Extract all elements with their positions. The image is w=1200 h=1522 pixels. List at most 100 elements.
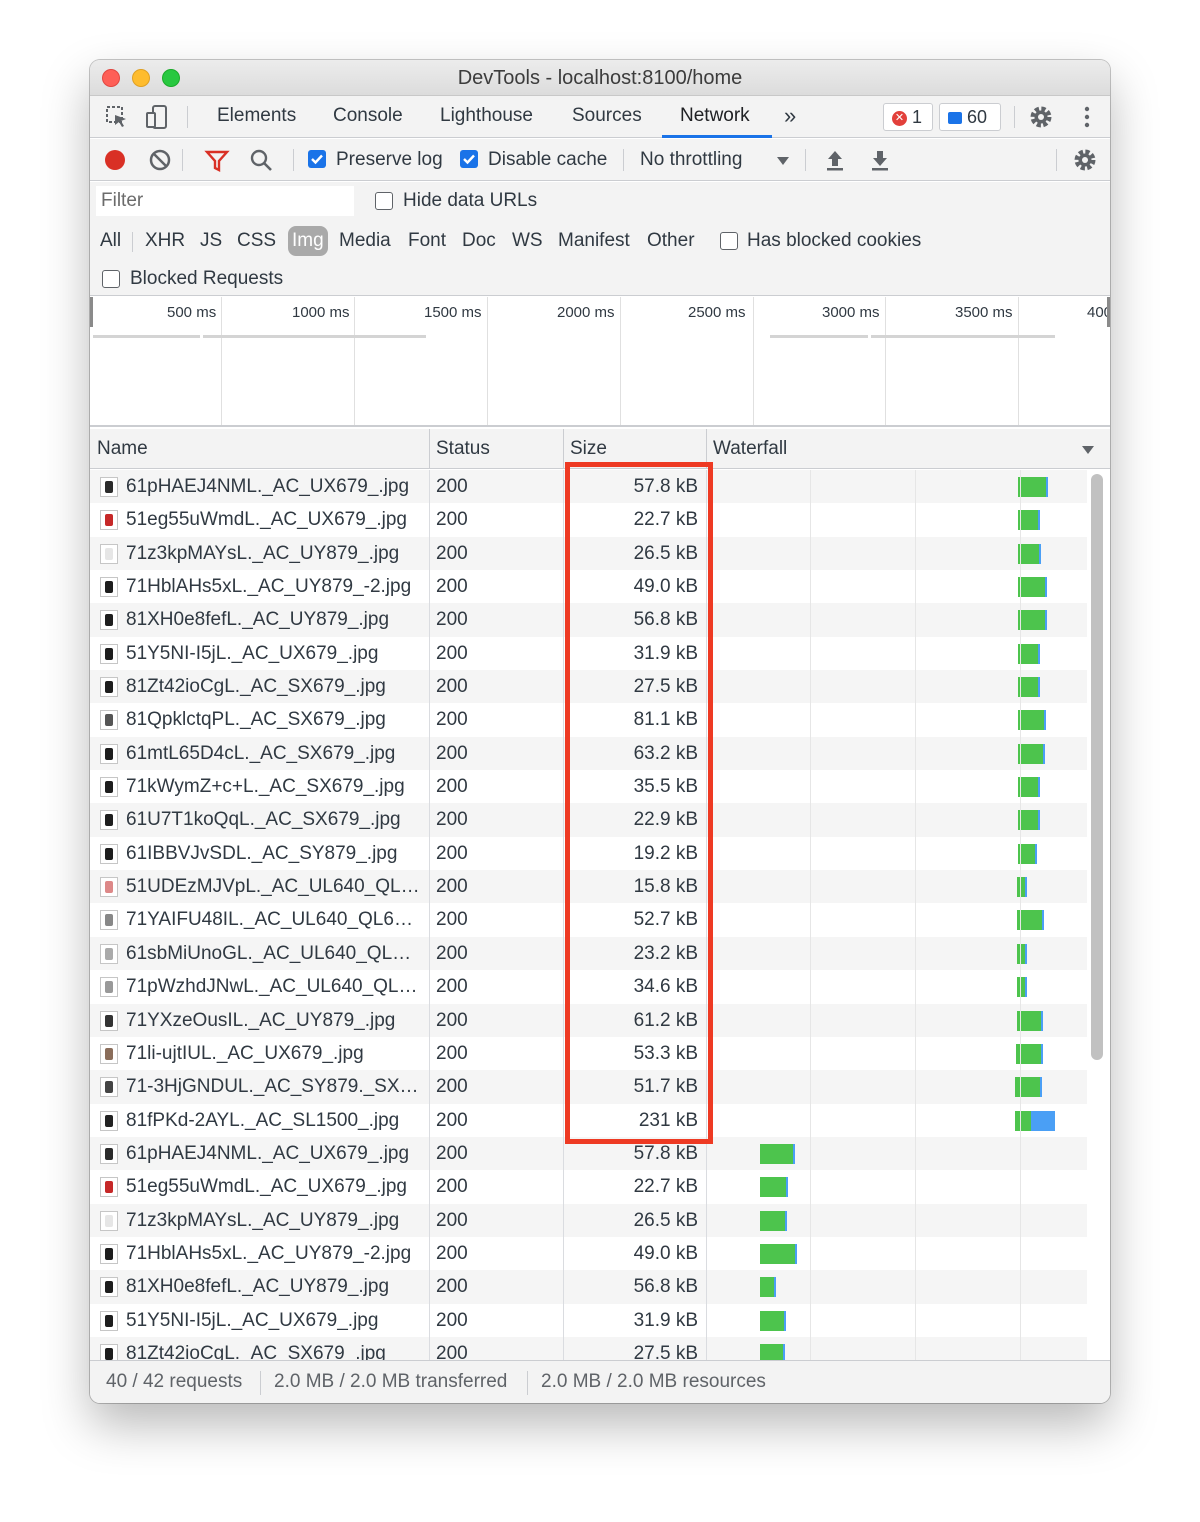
filter-type-js[interactable]: JS xyxy=(200,226,222,256)
waterfall-bar[interactable] xyxy=(1018,577,1047,598)
hide-data-urls-label[interactable]: Hide data URLs xyxy=(403,190,537,212)
more-tabs-icon[interactable]: » xyxy=(784,96,796,138)
request-name[interactable]: 61sbMiUnoGL._AC_UL640_QL65_ML3_.jpg xyxy=(126,937,420,970)
device-toolbar-icon[interactable] xyxy=(144,104,170,130)
tab-lighthouse[interactable]: Lighthouse xyxy=(440,96,533,138)
preserve-log-label[interactable]: Preserve log xyxy=(336,149,443,171)
column-divider[interactable] xyxy=(563,429,564,469)
filter-type-ws[interactable]: WS xyxy=(512,226,543,256)
waterfall-bar[interactable] xyxy=(1016,943,1027,964)
request-name[interactable]: 71li-ujtIUL._AC_UX679_.jpg xyxy=(126,1037,420,1070)
blocked-requests-label[interactable]: Blocked Requests xyxy=(130,268,283,290)
waterfall-bar[interactable] xyxy=(1018,710,1047,731)
blocked-requests-checkbox[interactable] xyxy=(102,270,120,288)
waterfall-bar[interactable] xyxy=(1018,810,1041,831)
clear-icon[interactable] xyxy=(147,147,173,173)
request-name[interactable]: 51UDEzMJVpL._AC_UL640_QL65_ML3_.jpg xyxy=(126,870,420,903)
waterfall-bar[interactable] xyxy=(760,1177,789,1198)
message-count-badge[interactable]: 60 xyxy=(939,103,1001,131)
vertical-scrollbar[interactable] xyxy=(1091,474,1103,1060)
has-blocked-cookies-checkbox[interactable] xyxy=(720,232,738,250)
overview-right-handle[interactable] xyxy=(1107,297,1110,327)
request-row[interactable]: 71HblAHs5xL._AC_UY879_-2.jpg 200 49.0 kB xyxy=(90,1236,1087,1271)
disable-cache-label[interactable]: Disable cache xyxy=(488,149,607,171)
waterfall-bar[interactable] xyxy=(1018,543,1042,564)
request-name[interactable]: 71YAIFU48IL._AC_UL640_QL65_ML3_.jpg xyxy=(126,903,420,936)
request-name[interactable]: 61mtL65D4cL._AC_SX679_.jpg xyxy=(126,737,420,770)
request-name[interactable]: 81XH0e8fefL._AC_UY879_.jpg xyxy=(126,603,420,636)
filter-type-xhr[interactable]: XHR xyxy=(145,226,185,256)
request-name[interactable]: 71HblAHs5xL._AC_UY879_-2.jpg xyxy=(126,570,420,603)
request-name[interactable]: 71z3kpMAYsL._AC_UY879_.jpg xyxy=(126,1204,420,1237)
waterfall-bar[interactable] xyxy=(760,1210,788,1231)
column-header-name[interactable]: Name xyxy=(97,429,148,469)
settings-gear-icon[interactable] xyxy=(1028,104,1054,130)
import-har-icon[interactable] xyxy=(822,147,848,173)
waterfall-bar[interactable] xyxy=(760,1143,795,1164)
filter-type-manifest[interactable]: Manifest xyxy=(558,226,630,256)
column-divider[interactable] xyxy=(429,429,430,469)
request-name[interactable]: 61U7T1koQqL._AC_SX679_.jpg xyxy=(126,803,420,836)
column-header-status[interactable]: Status xyxy=(436,429,490,469)
waterfall-bar[interactable] xyxy=(1018,643,1040,664)
waterfall-bar[interactable] xyxy=(1018,777,1040,798)
inspect-element-icon[interactable] xyxy=(104,104,130,130)
filter-type-other[interactable]: Other xyxy=(647,226,695,256)
record-icon[interactable] xyxy=(102,147,128,173)
export-har-icon[interactable] xyxy=(867,147,893,173)
disable-cache-checkbox[interactable] xyxy=(460,150,478,168)
filter-input[interactable] xyxy=(96,186,354,216)
filter-type-font[interactable]: Font xyxy=(408,226,446,256)
request-row[interactable]: 51eg55uWmdL._AC_UX679_.jpg 200 22.7 kB xyxy=(90,1170,1087,1204)
waterfall-bar[interactable] xyxy=(760,1310,786,1331)
filter-type-img[interactable]: Img xyxy=(288,226,328,256)
column-header-waterfall[interactable]: Waterfall xyxy=(713,429,787,469)
timeline-overview[interactable]: 500 ms 1000 ms 1500 ms 2000 ms 2500 ms 3… xyxy=(90,297,1110,427)
request-name[interactable]: 61pHAEJ4NML._AC_UX679_.jpg xyxy=(126,1137,420,1170)
waterfall-bar[interactable] xyxy=(1018,677,1040,698)
waterfall-bar[interactable] xyxy=(760,1277,776,1298)
waterfall-bar[interactable] xyxy=(1018,510,1041,531)
sort-descending-icon[interactable] xyxy=(1080,442,1096,458)
waterfall-bar[interactable] xyxy=(1018,610,1047,631)
request-name[interactable]: 51Y5NI-I5jL._AC_UX679_.jpg xyxy=(126,1304,420,1337)
tab-network[interactable]: Network xyxy=(662,96,772,138)
request-name[interactable]: 81QpklctqPL._AC_SX679_.jpg xyxy=(126,703,420,736)
request-row[interactable]: 71z3kpMAYsL._AC_UY879_.jpg 200 26.5 kB xyxy=(90,1203,1087,1237)
throttling-select[interactable]: No throttling xyxy=(640,149,742,171)
request-name[interactable]: 51eg55uWmdL._AC_UX679_.jpg xyxy=(126,503,420,536)
error-count-badge[interactable]: ✕ 1 xyxy=(883,103,933,131)
request-name[interactable]: 71kWymZ+c+L._AC_SX679_.jpg xyxy=(126,770,420,803)
network-settings-gear-icon[interactable] xyxy=(1072,147,1098,173)
waterfall-bar[interactable] xyxy=(1018,743,1045,764)
preserve-log-checkbox[interactable] xyxy=(308,150,326,168)
request-name[interactable]: 71z3kpMAYsL._AC_UY879_.jpg xyxy=(126,537,420,570)
tab-sources[interactable]: Sources xyxy=(572,96,642,138)
request-name[interactable]: 51Y5NI-I5jL._AC_UX679_.jpg xyxy=(126,637,420,670)
filter-type-doc[interactable]: Doc xyxy=(462,226,496,256)
more-options-icon[interactable] xyxy=(1074,104,1100,130)
request-row[interactable]: 51Y5NI-I5jL._AC_UX679_.jpg 200 31.9 kB xyxy=(90,1303,1087,1337)
waterfall-bar[interactable] xyxy=(760,1243,797,1264)
dropdown-arrow-icon[interactable] xyxy=(770,148,796,174)
filter-type-css[interactable]: CSS xyxy=(237,226,276,256)
waterfall-bar[interactable] xyxy=(1018,477,1048,497)
request-name[interactable]: 71-3HjGNDUL._AC_SY879._SX._UX._SY._UY_.j… xyxy=(126,1070,420,1103)
request-name[interactable]: 51eg55uWmdL._AC_UX679_.jpg xyxy=(126,1170,420,1203)
request-row[interactable]: 81Zt42ioCgL._AC_SX679_.jpg 200 27.5 kB xyxy=(90,1336,1087,1360)
request-name[interactable]: 61pHAEJ4NML._AC_UX679_.jpg xyxy=(126,470,420,503)
waterfall-bar[interactable] xyxy=(1015,1110,1055,1131)
overview-left-handle[interactable] xyxy=(90,297,93,327)
request-name[interactable]: 81Zt42ioCgL._AC_SX679_.jpg xyxy=(126,670,420,703)
search-icon[interactable] xyxy=(248,147,274,173)
has-blocked-cookies-label[interactable]: Has blocked cookies xyxy=(747,230,921,252)
waterfall-bar[interactable] xyxy=(760,1343,786,1360)
filter-type-all[interactable]: All xyxy=(100,226,121,256)
request-name[interactable]: 61IBBVJvSDL._AC_SY879_.jpg xyxy=(126,837,420,870)
request-name[interactable]: 71HblAHs5xL._AC_UY879_-2.jpg xyxy=(126,1237,420,1270)
request-row[interactable]: 81XH0e8fefL._AC_UY879_.jpg 200 56.8 kB xyxy=(90,1270,1087,1304)
request-name[interactable]: 81fPKd-2AYL._AC_SL1500_.jpg xyxy=(126,1104,420,1137)
waterfall-bar[interactable] xyxy=(1016,977,1027,998)
tab-console[interactable]: Console xyxy=(333,96,403,138)
request-name[interactable]: 81Zt42ioCgL._AC_SX679_.jpg xyxy=(126,1337,420,1360)
